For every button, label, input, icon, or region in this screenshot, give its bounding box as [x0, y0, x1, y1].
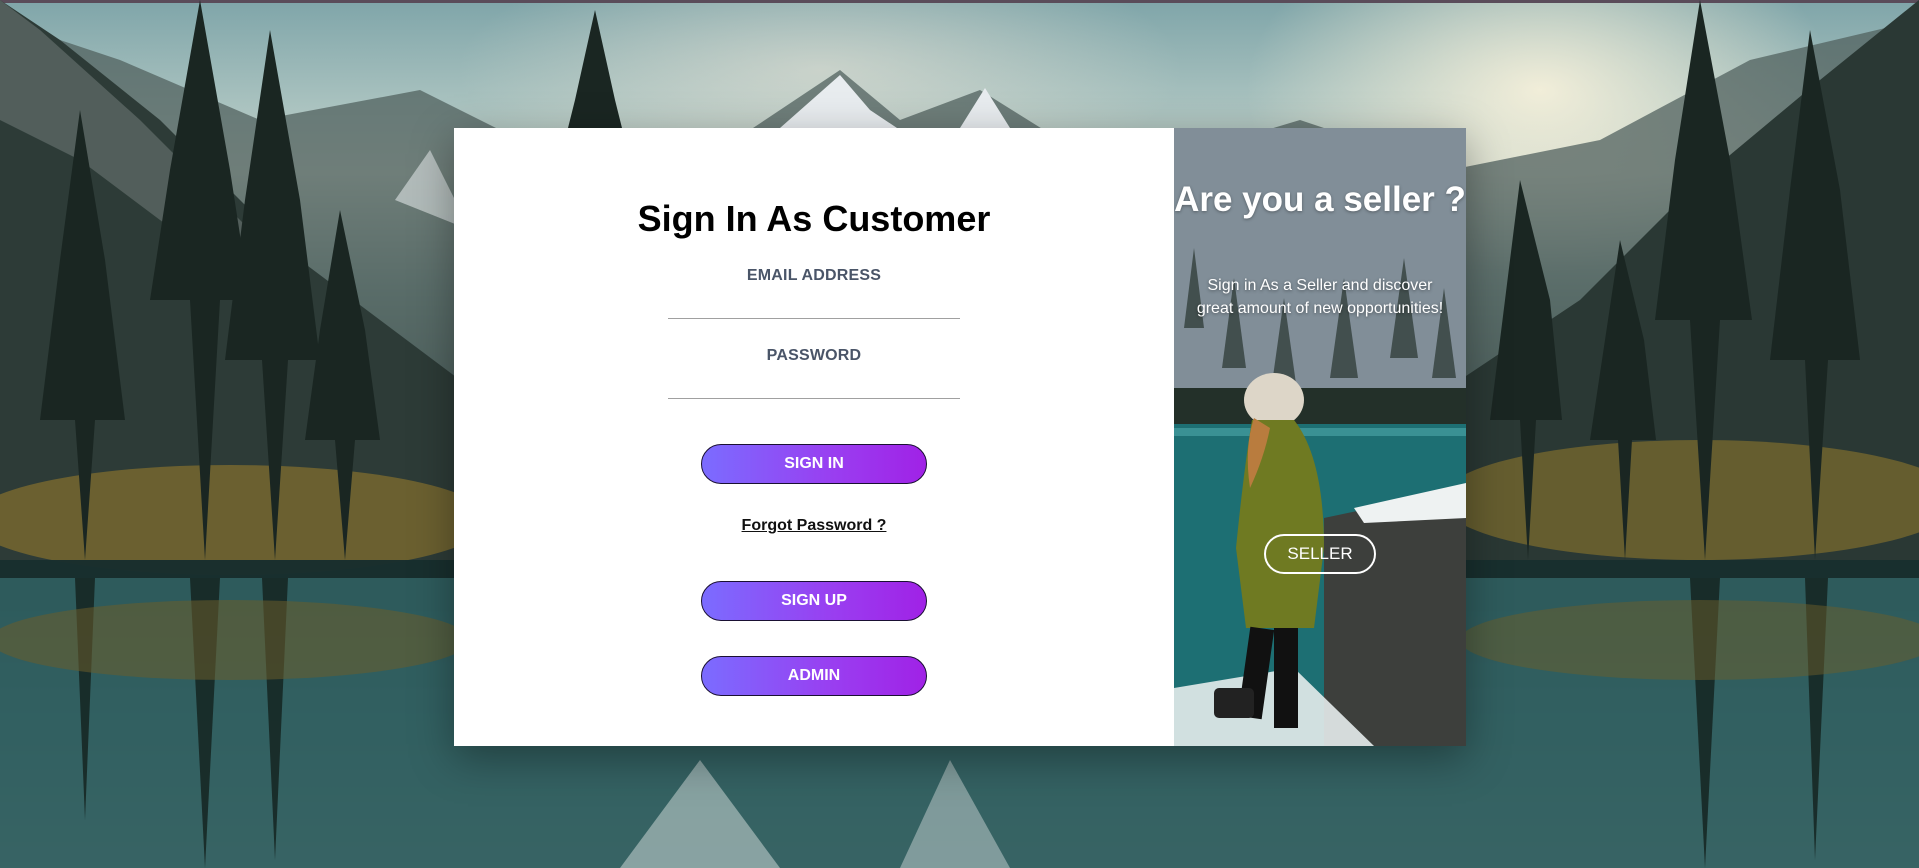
sign-up-button[interactable]: SIGN UP — [701, 581, 927, 621]
admin-button[interactable]: ADMIN — [701, 656, 927, 696]
password-label: PASSWORD — [766, 347, 862, 364]
forgot-password-link[interactable]: Forgot Password ? — [454, 517, 1174, 535]
login-card: Sign In As Customer EMAIL ADDRESS PASSWO… — [454, 128, 1466, 746]
sign-in-button[interactable]: SIGN IN — [701, 444, 927, 484]
password-field[interactable] — [668, 368, 960, 399]
seller-panel: Are you a seller ? Sign in As a Seller a… — [1174, 128, 1466, 746]
seller-heading: Are you a seller ? — [1174, 180, 1466, 219]
seller-button[interactable]: SELLER — [1264, 534, 1376, 574]
email-field[interactable] — [668, 288, 960, 319]
seller-panel-photo — [1174, 128, 1466, 746]
seller-description: Sign in As a Seller and discover great a… — [1196, 277, 1444, 317]
page-title: Sign In As Customer — [637, 198, 991, 239]
email-label: EMAIL ADDRESS — [746, 267, 882, 284]
customer-login-panel: Sign In As Customer EMAIL ADDRESS PASSWO… — [454, 128, 1174, 746]
